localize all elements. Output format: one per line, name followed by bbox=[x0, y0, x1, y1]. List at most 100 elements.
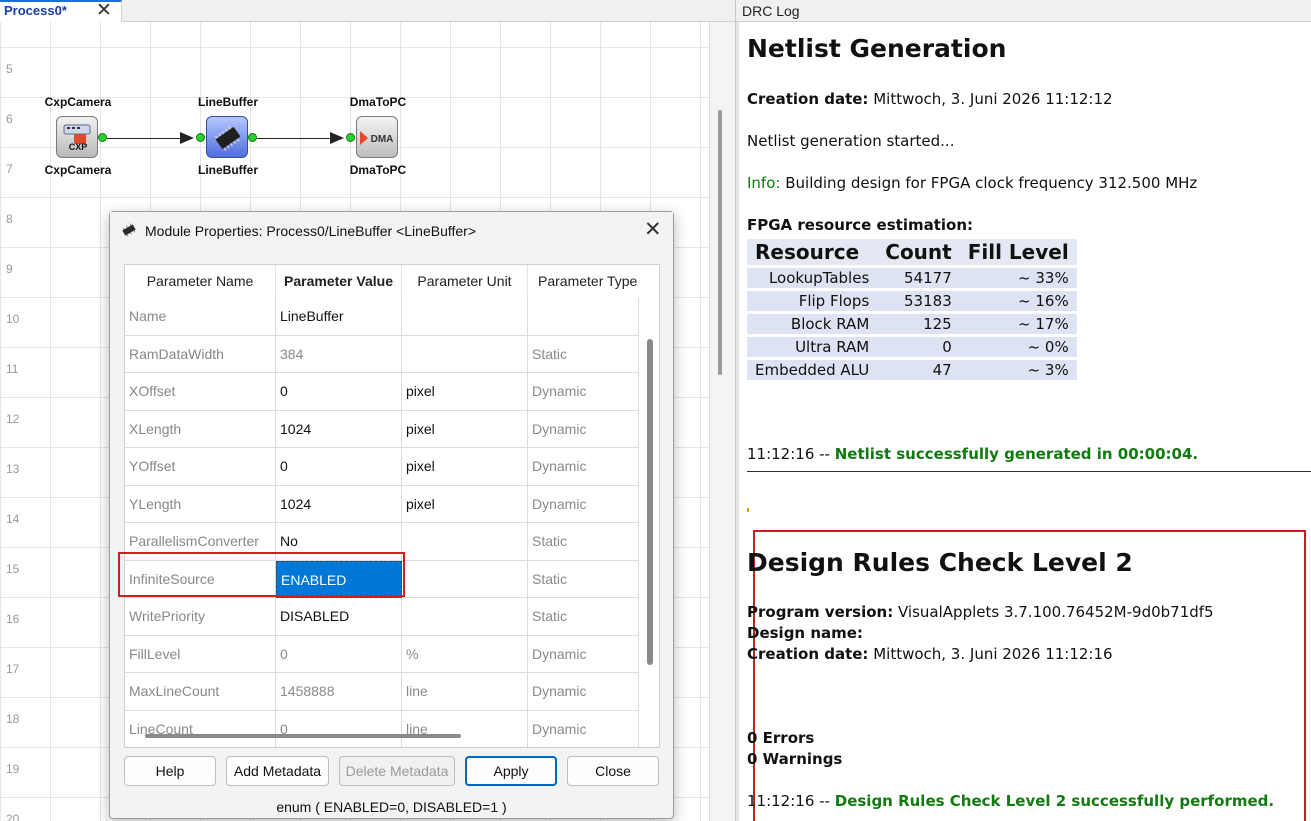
count-header: Count bbox=[877, 239, 960, 265]
column-header-type[interactable]: Parameter Type bbox=[528, 265, 659, 298]
line-buffer-chip-icon[interactable] bbox=[206, 116, 248, 158]
resource-name: Flip Flops bbox=[747, 291, 878, 311]
help-button[interactable]: Help bbox=[124, 756, 216, 786]
resource-count: 125 bbox=[877, 314, 960, 334]
parameter-unit-cell bbox=[402, 298, 528, 336]
parameter-value-cell[interactable]: 1024 bbox=[276, 485, 402, 523]
table-row[interactable]: YOffset 0 pixel Dynamic bbox=[125, 448, 639, 486]
resource-count: 53183 bbox=[877, 291, 960, 311]
module-properties-icon bbox=[120, 222, 138, 243]
table-row[interactable]: YLength 1024 pixel Dynamic bbox=[125, 485, 639, 523]
table-row[interactable]: WritePriority DISABLED Static bbox=[125, 598, 639, 636]
parameter-type-cell: Static bbox=[528, 335, 639, 373]
module-top-label: DmaToPC bbox=[349, 95, 407, 109]
parameter-value-cell[interactable]: 0 bbox=[276, 448, 402, 486]
resource-header: Resource bbox=[747, 239, 878, 265]
netlist-creation-date: Creation date: Mittwoch, 3. Juni 2026 11… bbox=[747, 90, 1113, 108]
resource-name: LookupTables bbox=[747, 268, 878, 288]
highlight-box bbox=[118, 552, 405, 597]
parameter-name-cell: Name bbox=[125, 298, 276, 336]
apply-button[interactable]: Apply bbox=[465, 756, 557, 786]
module-bottom-label: DmaToPC bbox=[349, 163, 407, 177]
table-row[interactable]: XOffset 0 pixel Dynamic bbox=[125, 373, 639, 411]
parameter-type-cell: Static bbox=[528, 560, 639, 598]
parameter-value-cell[interactable]: 0 bbox=[276, 373, 402, 411]
column-header-name[interactable]: Parameter Name bbox=[125, 265, 276, 298]
resource-table: Resource Count Fill Level LookupTables 54… bbox=[747, 236, 1077, 383]
parameter-value-cell: 0 bbox=[276, 635, 402, 673]
close-icon[interactable]: ✕ bbox=[96, 0, 112, 22]
parameter-unit-cell: line bbox=[402, 710, 528, 747]
parameter-value-cell: 384 bbox=[276, 335, 402, 373]
output-port[interactable] bbox=[248, 133, 257, 142]
table-row[interactable]: LineCount 0 line Dynamic bbox=[125, 710, 639, 747]
parameter-name-cell: LineCount bbox=[125, 710, 276, 747]
table-header: Parameter Name Parameter Value Parameter… bbox=[125, 265, 659, 298]
parameter-unit-cell: pixel bbox=[402, 485, 528, 523]
connection-arrow bbox=[330, 132, 344, 144]
program-version: Program version: VisualApplets 3.7.100.7… bbox=[747, 603, 1214, 621]
parameter-hint: enum ( ENABLED=0, DISABLED=1 ) bbox=[276, 799, 507, 815]
table-row[interactable]: MaxLineCount 1458888 line Dynamic bbox=[125, 673, 639, 711]
parameter-unit-cell: line bbox=[402, 673, 528, 711]
connection-wire[interactable] bbox=[107, 138, 180, 139]
tab-process0[interactable]: Process0* ✕ bbox=[0, 0, 122, 22]
connection-wire[interactable] bbox=[257, 138, 330, 139]
parameter-name-cell: YOffset bbox=[125, 448, 276, 486]
log-separator bbox=[747, 471, 1311, 472]
table-horizontal-scrollbar[interactable] bbox=[145, 734, 461, 738]
row-label: 19 bbox=[6, 762, 20, 776]
tab-bar: Process0* ✕ bbox=[0, 0, 735, 22]
table-row[interactable]: RamDataWidth 384 Static bbox=[125, 335, 639, 373]
table-vertical-scrollbar[interactable] bbox=[647, 339, 653, 665]
row-label: 12 bbox=[6, 412, 20, 426]
connection-arrow bbox=[180, 132, 194, 144]
output-port[interactable] bbox=[98, 133, 107, 142]
close-icon[interactable]: ✕ bbox=[644, 217, 662, 242]
parameter-value-cell[interactable]: LineBuffer bbox=[276, 298, 402, 336]
dma-icon[interactable]: DMA bbox=[356, 116, 398, 158]
parameter-name-cell: FillLevel bbox=[125, 635, 276, 673]
parameter-name-cell: RamDataWidth bbox=[125, 335, 276, 373]
parameter-name-cell: MaxLineCount bbox=[125, 673, 276, 711]
input-port[interactable] bbox=[346, 133, 355, 142]
module-properties-dialog: Module Properties: Process0/LineBuffer <… bbox=[109, 211, 674, 819]
info-line: Info: Building design for FPGA clock fre… bbox=[747, 174, 1198, 192]
column-header-unit[interactable]: Parameter Unit bbox=[402, 265, 528, 298]
scrollbar-thumb[interactable] bbox=[718, 110, 722, 375]
resource-count: 47 bbox=[877, 360, 960, 380]
add-metadata-button[interactable]: Add Metadata bbox=[226, 756, 329, 786]
close-button[interactable]: Close bbox=[567, 756, 659, 786]
resource-row: LookupTables 54177 ~ 33% bbox=[747, 268, 1077, 288]
table-row[interactable]: Name LineBuffer bbox=[125, 298, 639, 336]
resource-count: 54177 bbox=[877, 268, 960, 288]
panel-splitter[interactable] bbox=[736, 22, 739, 821]
cxp-camera-icon[interactable]: CXP bbox=[56, 116, 98, 158]
resource-fill-level: ~ 0% bbox=[959, 337, 1077, 357]
table-row[interactable]: XLength 1024 pixel Dynamic bbox=[125, 410, 639, 448]
warning-count: 0 Warnings bbox=[747, 750, 843, 768]
table-row[interactable]: FillLevel 0% Dynamic bbox=[125, 635, 639, 673]
parameter-type-cell bbox=[528, 298, 639, 336]
parameter-unit-cell bbox=[402, 335, 528, 373]
parameter-name-cell: YLength bbox=[125, 485, 276, 523]
parameter-type-cell: Dynamic bbox=[528, 448, 639, 486]
resource-row: Embedded ALU 47 ~ 3% bbox=[747, 360, 1077, 380]
input-port[interactable] bbox=[196, 133, 205, 142]
svg-text:DMA: DMA bbox=[371, 134, 394, 145]
row-label: 18 bbox=[6, 712, 20, 726]
column-header-value[interactable]: Parameter Value bbox=[276, 265, 402, 298]
dialog-titlebar[interactable]: Module Properties: Process0/LineBuffer <… bbox=[110, 212, 673, 250]
parameter-value-cell[interactable]: DISABLED bbox=[276, 598, 402, 636]
parameter-type-cell: Dynamic bbox=[528, 485, 639, 523]
row-label: 11 bbox=[6, 362, 19, 376]
resource-name: Block RAM bbox=[747, 314, 878, 334]
svg-text:CXP: CXP bbox=[69, 142, 88, 152]
canvas-scrollbar[interactable] bbox=[709, 22, 735, 821]
parameter-type-cell: Dynamic bbox=[528, 373, 639, 411]
delete-metadata-button[interactable]: Delete Metadata bbox=[339, 756, 455, 786]
resource-name: Embedded ALU bbox=[747, 360, 878, 380]
parameter-value-cell: 0 bbox=[276, 710, 402, 747]
parameter-value-cell[interactable]: 1024 bbox=[276, 410, 402, 448]
module-bottom-label: CxpCamera bbox=[44, 163, 112, 177]
